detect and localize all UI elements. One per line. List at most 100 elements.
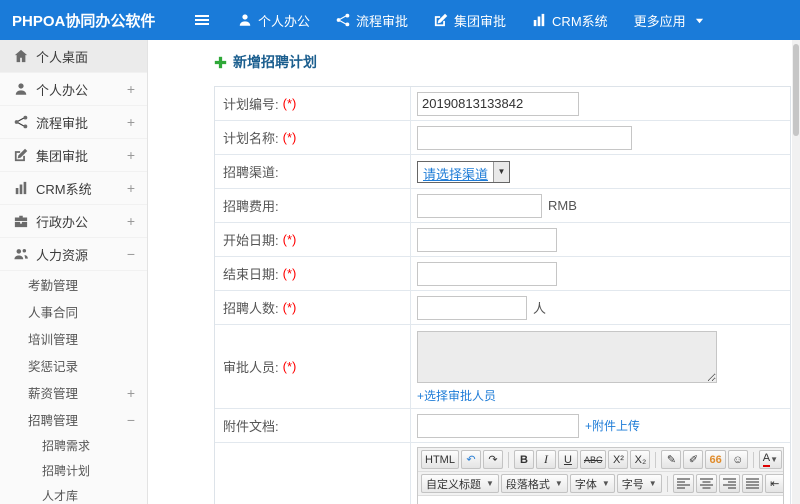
- eraser-icon[interactable]: ✎: [661, 450, 682, 469]
- sidebar-item-talent-pool[interactable]: 人才库: [0, 483, 147, 504]
- edit-icon: [14, 148, 28, 162]
- select-approver-link[interactable]: +选择审批人员: [417, 387, 496, 404]
- sidebar-item-salary[interactable]: 薪资管理 +: [0, 379, 147, 406]
- toolbar-separator: [507, 451, 509, 468]
- hamburger-icon: [194, 12, 210, 28]
- select-arrow-icon: ▼: [493, 161, 510, 182]
- sidebar-item-training[interactable]: 培训管理: [0, 325, 147, 352]
- nav-group-approval[interactable]: 集团审批: [434, 11, 506, 30]
- main-content: 新增招聘计划 计划编号: (*) 计划名称: (*): [148, 40, 800, 504]
- attachment-input[interactable]: [417, 413, 579, 438]
- recruitment-plan-form: 计划编号: (*) 计划名称: (*) 招聘渠道: [214, 86, 791, 504]
- align-justify-button[interactable]: [741, 474, 763, 493]
- form-row-attachment: 附件文档: +附件上传: [215, 409, 790, 443]
- undo-button[interactable]: ↶: [460, 450, 481, 469]
- sidebar-item-reward[interactable]: 奖惩记录: [0, 352, 147, 379]
- font-family-dropdown[interactable]: 字体 ▼: [569, 474, 615, 493]
- sidebar-item-attendance[interactable]: 考勤管理: [0, 271, 147, 298]
- bold-button[interactable]: B: [513, 450, 534, 469]
- align-justify-icon: [745, 478, 759, 489]
- chevron-down-icon: ▼: [648, 479, 657, 488]
- sidebar-item-group-approval[interactable]: 集团审批 +: [0, 139, 147, 172]
- field-label: 招聘费用:: [215, 189, 411, 222]
- superscript-button[interactable]: X²: [608, 450, 629, 469]
- topbar: PHPOA协同办公软件 个人办公 流程审批 集团审批 CRM系统 更多应用: [0, 0, 800, 40]
- expand-plus-icon: +: [126, 213, 136, 229]
- fee-unit-label: RMB: [548, 198, 577, 213]
- nav-more-apps[interactable]: 更多应用: [634, 11, 704, 30]
- italic-button[interactable]: I: [535, 450, 556, 469]
- nav-process-approval[interactable]: 流程审批: [336, 11, 408, 30]
- redo-button[interactable]: ↷: [482, 450, 503, 469]
- expand-minus-icon: −: [126, 411, 136, 428]
- editor-toolbar-row2: 自定义标题▼ 段落格式▼ 字体▼ 字号▼ ⇤ ⇥: [418, 472, 783, 496]
- sidebar-item-hr[interactable]: 人力资源 −: [0, 238, 147, 271]
- form-row-end-date: 结束日期: (*): [215, 257, 790, 291]
- sidebar-item-contract[interactable]: 人事合同: [0, 298, 147, 325]
- outdent-button[interactable]: ⇤: [764, 474, 783, 493]
- paragraph-format-dropdown[interactable]: 段落格式 ▼: [500, 474, 568, 493]
- sidebar: 个人桌面 个人办公 + 流程审批 + 集团审批 + CRM系统 + 行政办公 +: [0, 40, 148, 504]
- font-size-dropdown[interactable]: 字号 ▼: [616, 474, 662, 493]
- field-label: 计划编号: (*): [215, 87, 411, 120]
- flow-icon: [14, 115, 28, 129]
- toolbar-separator: [666, 475, 668, 492]
- plan-name-input[interactable]: [417, 125, 632, 150]
- custom-title-dropdown[interactable]: 自定义标题 ▼: [421, 474, 499, 493]
- nav-personal-office[interactable]: 个人办公: [238, 11, 310, 30]
- subscript-button[interactable]: X₂: [630, 450, 651, 469]
- underline-button[interactable]: U: [557, 450, 578, 469]
- attachment-upload-link[interactable]: +附件上传: [585, 417, 640, 434]
- form-row-start-date: 开始日期: (*): [215, 223, 790, 257]
- form-row-editor: HTML ↶ ↷ B I U ABC X² X₂ ✎ ✐ 66 ☺ A ▼ 自定…: [215, 443, 790, 504]
- user-icon: [238, 13, 252, 27]
- sidebar-item-desktop[interactable]: 个人桌面: [0, 40, 147, 73]
- toolbar-separator: [752, 451, 754, 468]
- fee-input[interactable]: [417, 193, 542, 218]
- field-label: 审批人员: (*): [215, 325, 411, 408]
- expand-plus-icon: +: [126, 81, 136, 97]
- strikethrough-button[interactable]: ABC: [579, 450, 607, 469]
- plan-no-input[interactable]: [417, 91, 579, 116]
- approver-textarea[interactable]: [417, 331, 717, 383]
- vertical-scrollbar[interactable]: [792, 40, 800, 504]
- sidebar-item-recruit-need[interactable]: 招聘需求: [0, 433, 147, 458]
- expand-plus-icon: +: [126, 180, 136, 196]
- font-color-button[interactable]: A ▼: [758, 450, 782, 469]
- sidebar-item-process-approval[interactable]: 流程审批 +: [0, 106, 147, 139]
- users-icon: [14, 247, 28, 261]
- align-right-button[interactable]: [718, 474, 740, 493]
- sidebar-item-crm[interactable]: CRM系统 +: [0, 172, 147, 205]
- nav-crm-system[interactable]: CRM系统: [532, 11, 608, 30]
- end-date-input[interactable]: [417, 261, 557, 286]
- blockquote-button[interactable]: 66: [705, 450, 726, 469]
- expand-plus-icon: +: [126, 147, 136, 163]
- align-left-icon: [676, 478, 690, 489]
- chevron-down-icon: ▼: [554, 479, 563, 488]
- chevron-down-icon: ▼: [601, 479, 610, 488]
- menu-toggle-button[interactable]: [194, 12, 210, 28]
- nav-label: 集团审批: [454, 13, 507, 29]
- field-label-empty: [215, 443, 411, 504]
- scrollbar-thumb[interactable]: [793, 44, 799, 136]
- sidebar-item-admin-office[interactable]: 行政办公 +: [0, 205, 147, 238]
- emoticon-button[interactable]: ☺: [727, 450, 748, 469]
- start-date-input[interactable]: [417, 227, 557, 252]
- sidebar-item-recruit-plan[interactable]: 招聘计划: [0, 458, 147, 483]
- sidebar-item-personal-office[interactable]: 个人办公 +: [0, 73, 147, 106]
- required-mark: (*): [282, 266, 297, 281]
- expand-minus-icon: −: [126, 246, 136, 262]
- align-center-button[interactable]: [695, 474, 717, 493]
- headcount-input[interactable]: [417, 295, 527, 320]
- briefcase-icon: [14, 214, 28, 228]
- align-left-button[interactable]: [672, 474, 694, 493]
- nav-label: 更多应用: [633, 13, 686, 29]
- expand-plus-icon: +: [126, 114, 136, 130]
- rich-text-editor[interactable]: HTML ↶ ↷ B I U ABC X² X₂ ✎ ✐ 66 ☺ A ▼ 自定…: [417, 447, 784, 504]
- field-label: 开始日期: (*): [215, 223, 411, 256]
- sidebar-item-recruitment[interactable]: 招聘管理 −: [0, 406, 147, 433]
- format-brush-icon[interactable]: ✐: [683, 450, 704, 469]
- required-mark: (*): [282, 300, 297, 315]
- html-source-button[interactable]: HTML: [421, 450, 459, 469]
- channel-select[interactable]: 请选择渠道 ▼: [417, 160, 511, 183]
